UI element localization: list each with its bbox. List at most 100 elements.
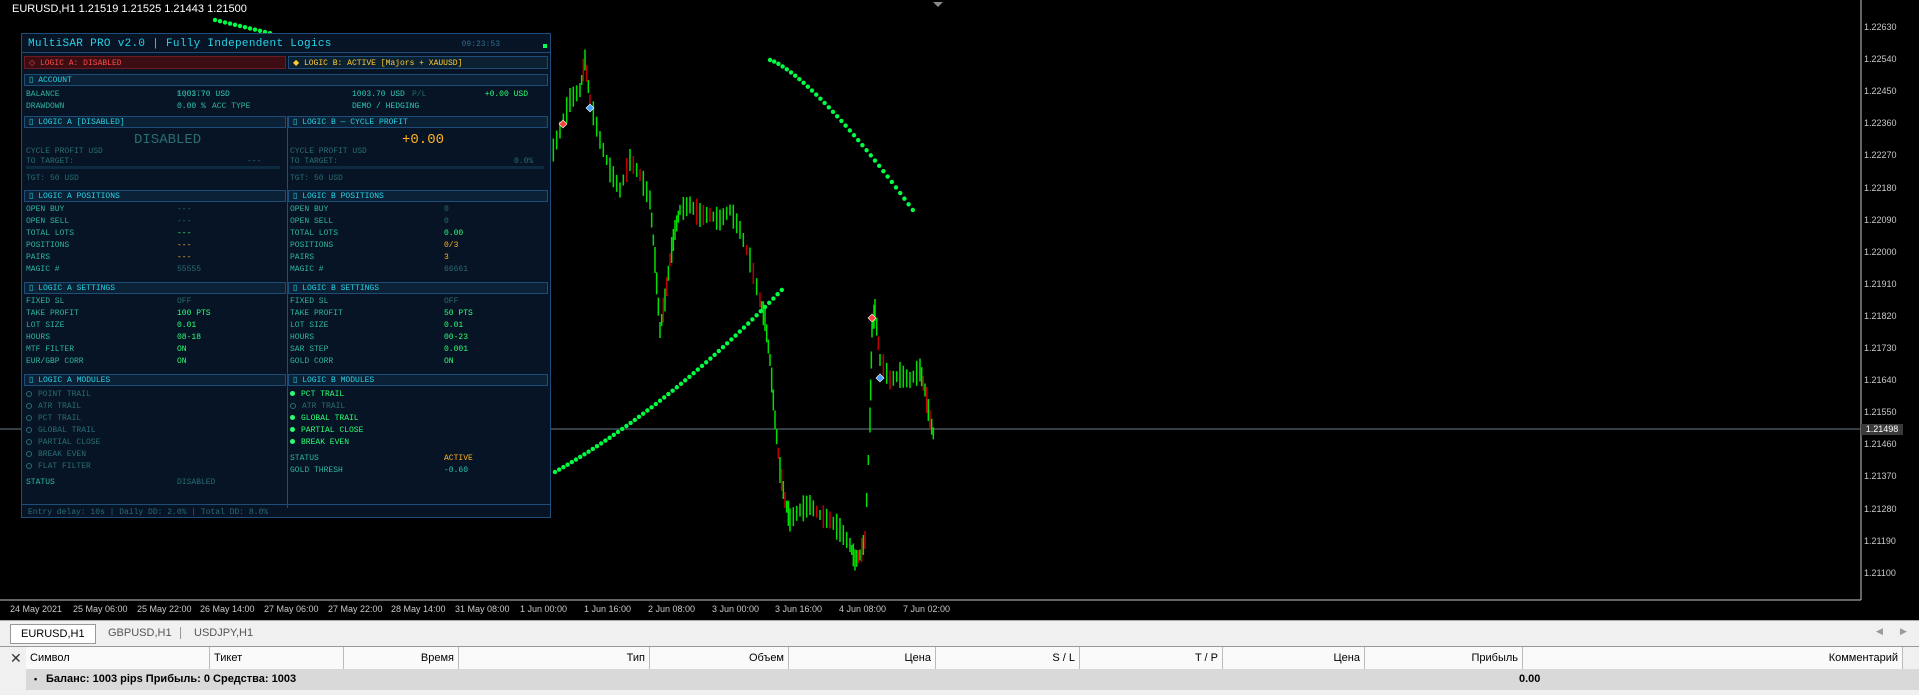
tab-eurusd[interactable]: EURUSD,H1	[10, 624, 96, 644]
logic-a-setting-label: FIXED SL	[26, 297, 65, 306]
equity-value: 1003.70 USD	[352, 90, 405, 99]
module-off-icon	[26, 462, 32, 469]
tab-usdjpy[interactable]: USDJPY,H1	[184, 624, 263, 642]
logic-b-status-value: ACTIVE	[444, 454, 473, 463]
price-tick-label: 1.21730	[1864, 343, 1897, 353]
module-off-icon	[26, 450, 32, 457]
terminal-panel: ✕ Символ Тикет Время Тип Объем Цена S / LT / P…	[0, 646, 1919, 695]
sar-dot	[818, 96, 823, 101]
logic-a-position-label: MAGIC #	[26, 265, 60, 274]
logic-a-position-value: ---	[177, 241, 192, 250]
logic-a-header: ▯ LOGIC A [DISABLED]	[24, 116, 286, 128]
tab-gbpusd[interactable]: GBPUSD,H1	[98, 624, 182, 642]
time-tick-label: 28 May 14:00	[391, 604, 446, 614]
scroll-right-icon[interactable]: ▶	[1900, 626, 1907, 637]
column-header[interactable]: Цена	[789, 647, 936, 669]
dashboard-title: MultiSAR PRO v2.0 | Fully Independent Lo…	[28, 38, 332, 50]
column-header[interactable]: Время	[344, 647, 459, 669]
logic-a-setting-label: TAKE PROFIT	[26, 309, 79, 318]
drawdown-label: DRAWDOWN	[26, 102, 65, 111]
logic-b-module: PARTIAL CLOSE	[290, 426, 363, 435]
column-header[interactable]: Объем	[650, 647, 789, 669]
column-header[interactable]: T / P	[1080, 647, 1223, 669]
module-off-icon	[26, 414, 32, 421]
current-price-tag: 1.21498	[1861, 424, 1903, 435]
sar-dot	[885, 174, 890, 179]
close-icon[interactable]: ✕	[10, 650, 22, 667]
column-header[interactable]: Символ	[26, 647, 210, 669]
chart-tabs: EURUSD,H1 GBPUSD,H1 USDJPY,H1 ◀ ▶	[0, 620, 1919, 647]
sar-dot	[569, 459, 574, 465]
logic-a-setting-label: LOT SIZE	[26, 321, 65, 330]
time-tick-label: 24 May 2021	[10, 604, 63, 614]
price-tick-label: 1.21820	[1864, 310, 1897, 321]
time-tick-label: 27 May 06:00	[264, 604, 319, 614]
summary-row[interactable]: • Баланс: 1003 pips Прибыль: 0 Средства:…	[26, 669, 1919, 690]
column-header[interactable]: S / L	[936, 647, 1080, 669]
column-header[interactable]: Тип	[459, 647, 650, 669]
price-tick-label: 1.22540	[1864, 54, 1897, 65]
sar-dot	[227, 21, 233, 26]
sar-dot	[746, 321, 751, 326]
sar-dot	[898, 190, 903, 196]
price-tick-label: 1.21370	[1864, 471, 1897, 482]
scroll-left-icon[interactable]: ◀	[1876, 626, 1883, 637]
logic-b-position-value: 0.00	[444, 229, 464, 238]
multisar-dashboard[interactable]: MultiSAR PRO v2.0 | Fully Independent Lo…	[21, 33, 551, 518]
logic-b-position-value: 3	[444, 253, 449, 262]
pl-label: P/L	[412, 90, 427, 99]
logic-a-position-value: ---	[177, 205, 192, 214]
sar-dot	[801, 80, 806, 86]
sar-dot	[599, 441, 604, 446]
sar-dot	[632, 417, 637, 423]
column-header[interactable]: Комментарий	[1523, 647, 1903, 669]
column-divider	[287, 116, 288, 508]
sar-dot	[628, 420, 633, 426]
logic-a-module: FLAT FILTER	[26, 462, 91, 471]
time-tick-label: 3 Jun 00:00	[712, 604, 760, 614]
logic-a-modules-header: ▯ LOGIC A MODULES	[24, 374, 286, 386]
sar-dot	[657, 398, 663, 403]
logic-a-position-value: 55555	[177, 265, 202, 274]
module-off-icon	[290, 402, 296, 409]
logic-b-setting-label: FIXED SL	[290, 297, 329, 306]
logic-b-tgt: TGT: 50 USD	[290, 174, 343, 183]
module-on-icon	[290, 427, 295, 433]
sar-dot	[670, 388, 675, 393]
logic-a-position-label: OPEN SELL	[26, 217, 70, 226]
price-tick-label: 1.21910	[1864, 278, 1897, 289]
sar-dot	[242, 25, 248, 30]
logic-a-setting-value: ON	[177, 357, 187, 366]
sar-dot	[704, 360, 709, 365]
module-off-icon	[26, 438, 32, 445]
module-on-icon	[290, 415, 295, 421]
price-tick-label: 1.21280	[1864, 503, 1897, 514]
time-tick-label: 25 May 22:00	[137, 604, 192, 614]
pl-value: +0.00 USD	[484, 90, 528, 99]
sar-dot	[653, 401, 658, 407]
column-header[interactable]: Цена	[1223, 647, 1365, 669]
sar-dot	[607, 435, 612, 440]
sar-dot	[620, 426, 625, 432]
logic-a-big-status: DISABLED	[134, 132, 202, 148]
logic-b-setting-value: 0.01	[444, 321, 464, 330]
sar-dot	[902, 196, 907, 201]
logic-b-big-profit: +0.00	[402, 132, 445, 148]
column-header[interactable]: Прибыль	[1365, 647, 1523, 669]
time-tick-label: 1 Jun 00:00	[520, 604, 568, 614]
logic-a-module: GLOBAL TRAIL	[26, 426, 96, 435]
sar-dot	[826, 105, 831, 110]
price-tick-label: 1.22360	[1864, 118, 1897, 129]
logic-a-target-label: TO TARGET:	[26, 157, 75, 166]
logic-b-progress-bar	[290, 166, 544, 169]
bullet-icon: •	[34, 674, 38, 684]
sar-dot	[683, 378, 688, 383]
logic-b-position-label: TOTAL LOTS	[290, 229, 339, 238]
sar-dot	[573, 457, 579, 462]
logic-a-module: ATR TRAIL	[26, 402, 81, 411]
sar-dot	[557, 467, 562, 472]
logic-a-settings-header: ▯ LOGIC A SETTINGS	[24, 282, 286, 294]
column-header[interactable]: Тикет	[210, 647, 344, 669]
sar-dot	[893, 185, 899, 190]
logic-a-progress-bar	[26, 166, 280, 169]
